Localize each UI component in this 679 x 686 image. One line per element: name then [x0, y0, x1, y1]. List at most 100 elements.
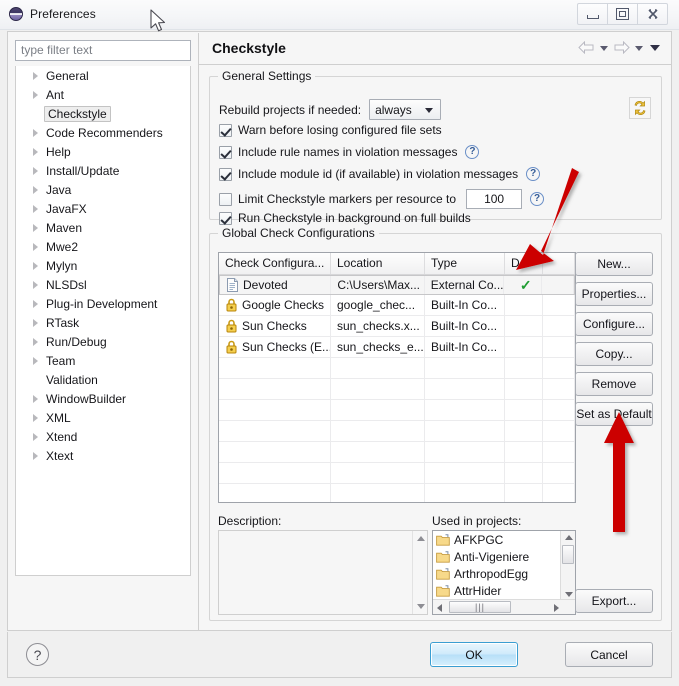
expand-triangle-icon[interactable] [30, 164, 43, 177]
cell-extra [543, 295, 575, 315]
remove-button[interactable]: Remove [575, 372, 653, 396]
expand-triangle-icon[interactable] [30, 183, 43, 196]
sidebar-item-mwe2[interactable]: Mwe2 [16, 237, 190, 256]
rebuild-select[interactable]: always [369, 99, 442, 120]
scroll-up-icon[interactable] [565, 535, 573, 540]
sidebar-item-run-debug[interactable]: Run/Debug [16, 332, 190, 351]
scroll-down-icon[interactable] [417, 604, 425, 609]
sidebar-item-code-recommenders[interactable]: Code Recommenders [16, 123, 190, 142]
expand-triangle-icon[interactable] [30, 449, 43, 462]
expand-triangle-icon[interactable] [30, 335, 43, 348]
list-item[interactable]: AFKPGC [433, 531, 575, 548]
expand-triangle-icon[interactable] [30, 221, 43, 234]
preferences-tree[interactable]: General Ant Checkstyle Code Recommenders Hel… [15, 66, 191, 576]
sidebar-item-general[interactable]: General [16, 66, 190, 85]
expand-triangle-icon[interactable] [30, 354, 43, 367]
expand-triangle-icon[interactable] [30, 297, 43, 310]
back-dropdown-icon[interactable] [600, 45, 608, 51]
expand-triangle-icon[interactable] [30, 278, 43, 291]
configure-button[interactable]: Configure... [575, 312, 653, 336]
copy-button[interactable]: Copy... [575, 342, 653, 366]
used-in-projects-vscrollbar[interactable] [560, 531, 575, 601]
cancel-button[interactable]: Cancel [565, 642, 653, 667]
sidebar-item-windowbuilder[interactable]: WindowBuilder [16, 389, 190, 408]
view-menu-icon[interactable] [650, 45, 660, 51]
refresh-sync-icon[interactable] [629, 97, 651, 119]
sidebar-item-help[interactable]: Help [16, 142, 190, 161]
vscroll-thumb[interactable] [562, 545, 574, 564]
checkbox-4[interactable] [219, 211, 232, 225]
export-button[interactable]: Export... [575, 589, 653, 613]
minimize-button[interactable] [577, 3, 608, 25]
used-in-projects-list[interactable]: AFKPGC Anti-Vigeniere ArthropodEgg AttrHide… [432, 530, 576, 615]
set-as-default-button[interactable]: Set as Default [575, 402, 653, 426]
sidebar-item-java[interactable]: Java [16, 180, 190, 199]
checkbox-1[interactable] [219, 145, 232, 159]
scroll-left-icon[interactable] [437, 604, 442, 612]
scroll-right-icon[interactable] [554, 604, 559, 612]
forward-arrow-icon[interactable] [613, 41, 630, 55]
ok-button[interactable]: OK [430, 642, 518, 667]
forward-dropdown-icon[interactable] [635, 45, 643, 51]
marker-limit-input[interactable]: 100 [466, 189, 523, 209]
help-icon[interactable]: ? [526, 167, 541, 181]
list-item[interactable]: AttrHider [433, 582, 575, 599]
expand-triangle-icon[interactable] [30, 240, 43, 253]
expand-triangle-icon[interactable] [30, 411, 43, 424]
check-configurations-table[interactable]: Check Configura... Location Type D.. Devote… [218, 252, 576, 503]
help-button[interactable]: ? [26, 643, 49, 666]
sidebar-item-nlsdsl[interactable]: NLSDsl [16, 275, 190, 294]
new-button[interactable]: New... [575, 252, 653, 276]
table-row[interactable]: Google Checks google_chec... Built-In Co..… [219, 295, 575, 316]
sidebar-item-javafx[interactable]: JavaFX [16, 199, 190, 218]
expand-triangle-icon[interactable] [30, 316, 43, 329]
column-header-4[interactable] [543, 253, 575, 274]
help-icon[interactable]: ? [465, 145, 480, 159]
sidebar-item-mylyn[interactable]: Mylyn [16, 256, 190, 275]
checkbox-3[interactable] [219, 192, 232, 206]
table-row[interactable]: Sun Checks sun_checks.x... Built-In Co... [219, 316, 575, 337]
hscroll-thumb[interactable]: ||| [449, 601, 511, 613]
description-scrollbar[interactable] [412, 531, 427, 614]
maximize-button[interactable] [608, 3, 638, 25]
close-button[interactable] [638, 3, 668, 25]
list-item[interactable]: Anti-Vigeniere [433, 548, 575, 565]
sidebar-item-xtext[interactable]: Xtext [16, 446, 190, 465]
column-header-3[interactable]: D.. [505, 253, 543, 274]
scroll-down-icon[interactable] [565, 592, 573, 597]
table-row[interactable]: Devoted C:\Users\Max... External Co... ✓ [219, 275, 575, 295]
column-header-2[interactable]: Type [425, 253, 505, 274]
sidebar-item-xml[interactable]: XML [16, 408, 190, 427]
sidebar-item-team[interactable]: Team [16, 351, 190, 370]
sidebar-item-plug-in-development[interactable]: Plug-in Development [16, 294, 190, 313]
expand-triangle-icon[interactable] [30, 259, 43, 272]
sidebar-item-ant[interactable]: Ant [16, 85, 190, 104]
description-textarea[interactable] [218, 530, 428, 615]
filter-input[interactable]: type filter text [15, 40, 191, 61]
used-in-projects-hscrollbar[interactable]: ||| [433, 599, 575, 614]
table-row[interactable]: Sun Checks (E... sun_checks_e... Built-In … [219, 337, 575, 358]
sidebar-item-rtask[interactable]: RTask [16, 313, 190, 332]
scroll-up-icon[interactable] [417, 536, 425, 541]
sidebar-item-xtend[interactable]: Xtend [16, 427, 190, 446]
expand-triangle-icon[interactable] [30, 392, 43, 405]
sidebar-item-install-update[interactable]: Install/Update [16, 161, 190, 180]
sidebar-item-validation[interactable]: Validation [16, 370, 190, 389]
expand-triangle-icon[interactable] [30, 202, 43, 215]
column-header-0[interactable]: Check Configura... [219, 253, 331, 274]
expand-triangle-icon[interactable] [30, 69, 43, 82]
help-icon[interactable]: ? [530, 192, 545, 206]
sidebar-item-checkstyle[interactable]: Checkstyle [16, 104, 190, 123]
sidebar-item-maven[interactable]: Maven [16, 218, 190, 237]
checkbox-0[interactable] [219, 123, 232, 137]
back-arrow-icon[interactable] [578, 41, 595, 55]
expand-triangle-icon[interactable] [30, 88, 43, 101]
expand-triangle-icon[interactable] [30, 430, 43, 443]
window-title: Preferences [30, 7, 96, 21]
column-header-1[interactable]: Location [331, 253, 425, 274]
properties-button[interactable]: Properties... [575, 282, 653, 306]
list-item[interactable]: ArthropodEgg [433, 565, 575, 582]
expand-triangle-icon[interactable] [30, 126, 43, 139]
checkbox-2[interactable] [219, 167, 232, 181]
expand-triangle-icon[interactable] [30, 145, 43, 158]
